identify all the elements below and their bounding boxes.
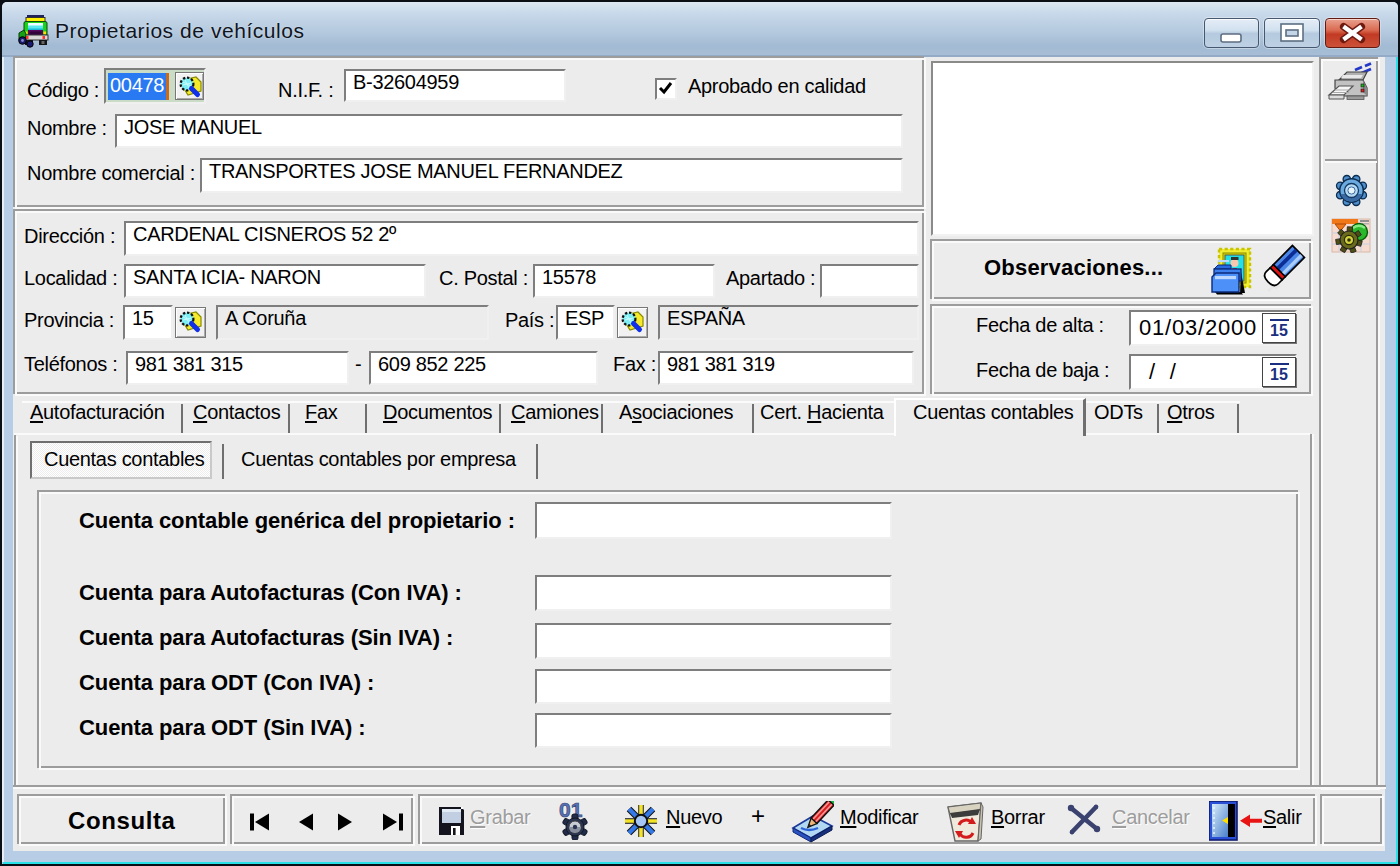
- svg-text:01: 01: [559, 799, 583, 821]
